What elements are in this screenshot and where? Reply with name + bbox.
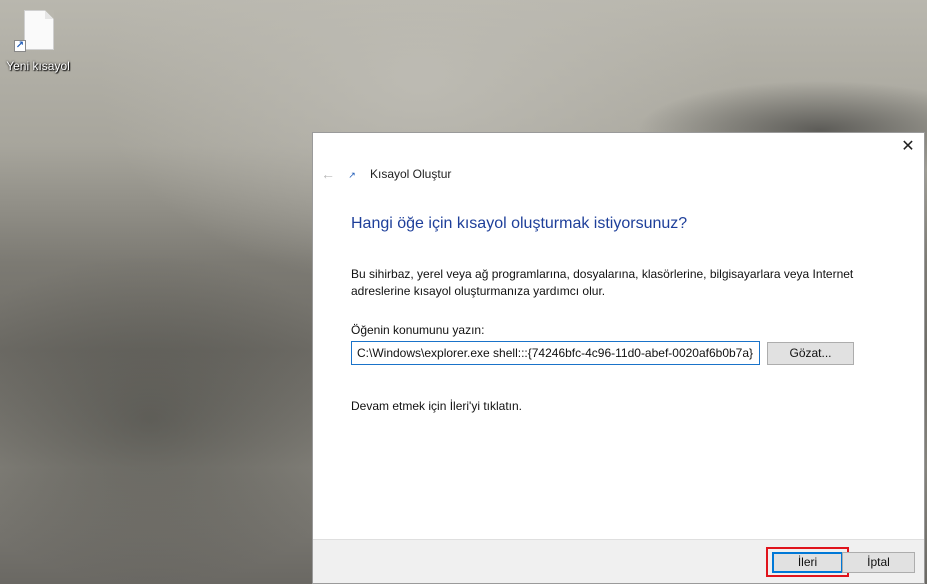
page-heading: Hangi öğe için kısayol oluşturmak istiyo… [351,215,688,232]
continue-hint: Devam etmek için İleri'yi tıklatın. [351,399,523,413]
next-button[interactable]: İleri [772,552,843,573]
dialog-footer: İleri İptal [313,539,924,583]
desktop-background: ↗ Yeni kısayol ✕ ← ↗ Kısayol Oluştur Han… [0,0,927,584]
browse-button[interactable]: Gözat... [767,342,854,365]
shortcut-wizard-icon: ↗ [348,170,356,180]
shortcut-label: Yeni kısayol [6,59,70,73]
desktop-shortcut-new[interactable]: ↗ Yeni kısayol [2,8,74,78]
cancel-button[interactable]: İptal [842,552,915,573]
back-arrow-icon[interactable]: ← [319,165,337,183]
location-label: Öğenin konumunu yazın: [351,323,485,337]
file-shortcut-icon [24,10,54,50]
close-icon[interactable]: ✕ [896,136,920,158]
wizard-title: Kısayol Oluştur [370,167,452,181]
wizard-description: Bu sihirbaz, yerel veya ağ programlarına… [351,267,854,298]
shortcut-arrow-icon: ↗ [14,40,26,52]
location-input[interactable] [351,341,760,365]
create-shortcut-dialog: ✕ ← ↗ Kısayol Oluştur Hangi öğe için kıs… [312,132,925,584]
